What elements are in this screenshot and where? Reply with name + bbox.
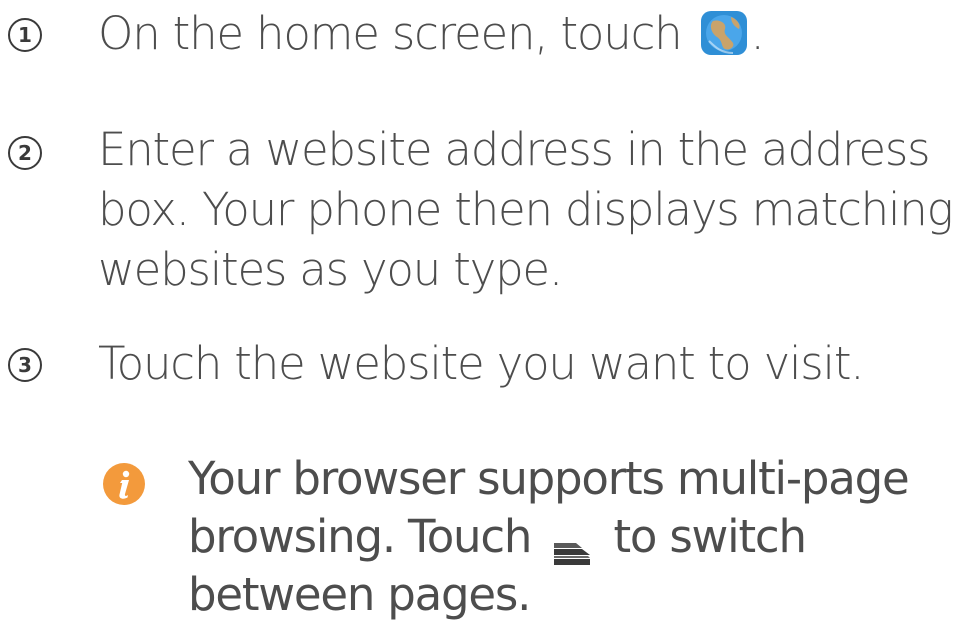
- step-number-2: 2: [8, 136, 42, 170]
- info-icon: [102, 462, 146, 506]
- step-1-text: On the home screen, touch .: [98, 4, 968, 64]
- step-1-text-before: On the home screen, touch: [98, 7, 683, 60]
- step-3-text: Touch the website you want to visit.: [98, 337, 865, 390]
- note-text: Your browser supports multi-page browsin…: [188, 450, 974, 624]
- step-number-1: 1: [8, 18, 42, 52]
- step-number-3: 3: [8, 348, 42, 382]
- step-2-text: Enter a website address in the address b…: [98, 123, 954, 296]
- tabs-stack-icon: [552, 523, 592, 565]
- step-1-text-after: .: [750, 7, 765, 60]
- browser-globe-icon: [699, 7, 751, 59]
